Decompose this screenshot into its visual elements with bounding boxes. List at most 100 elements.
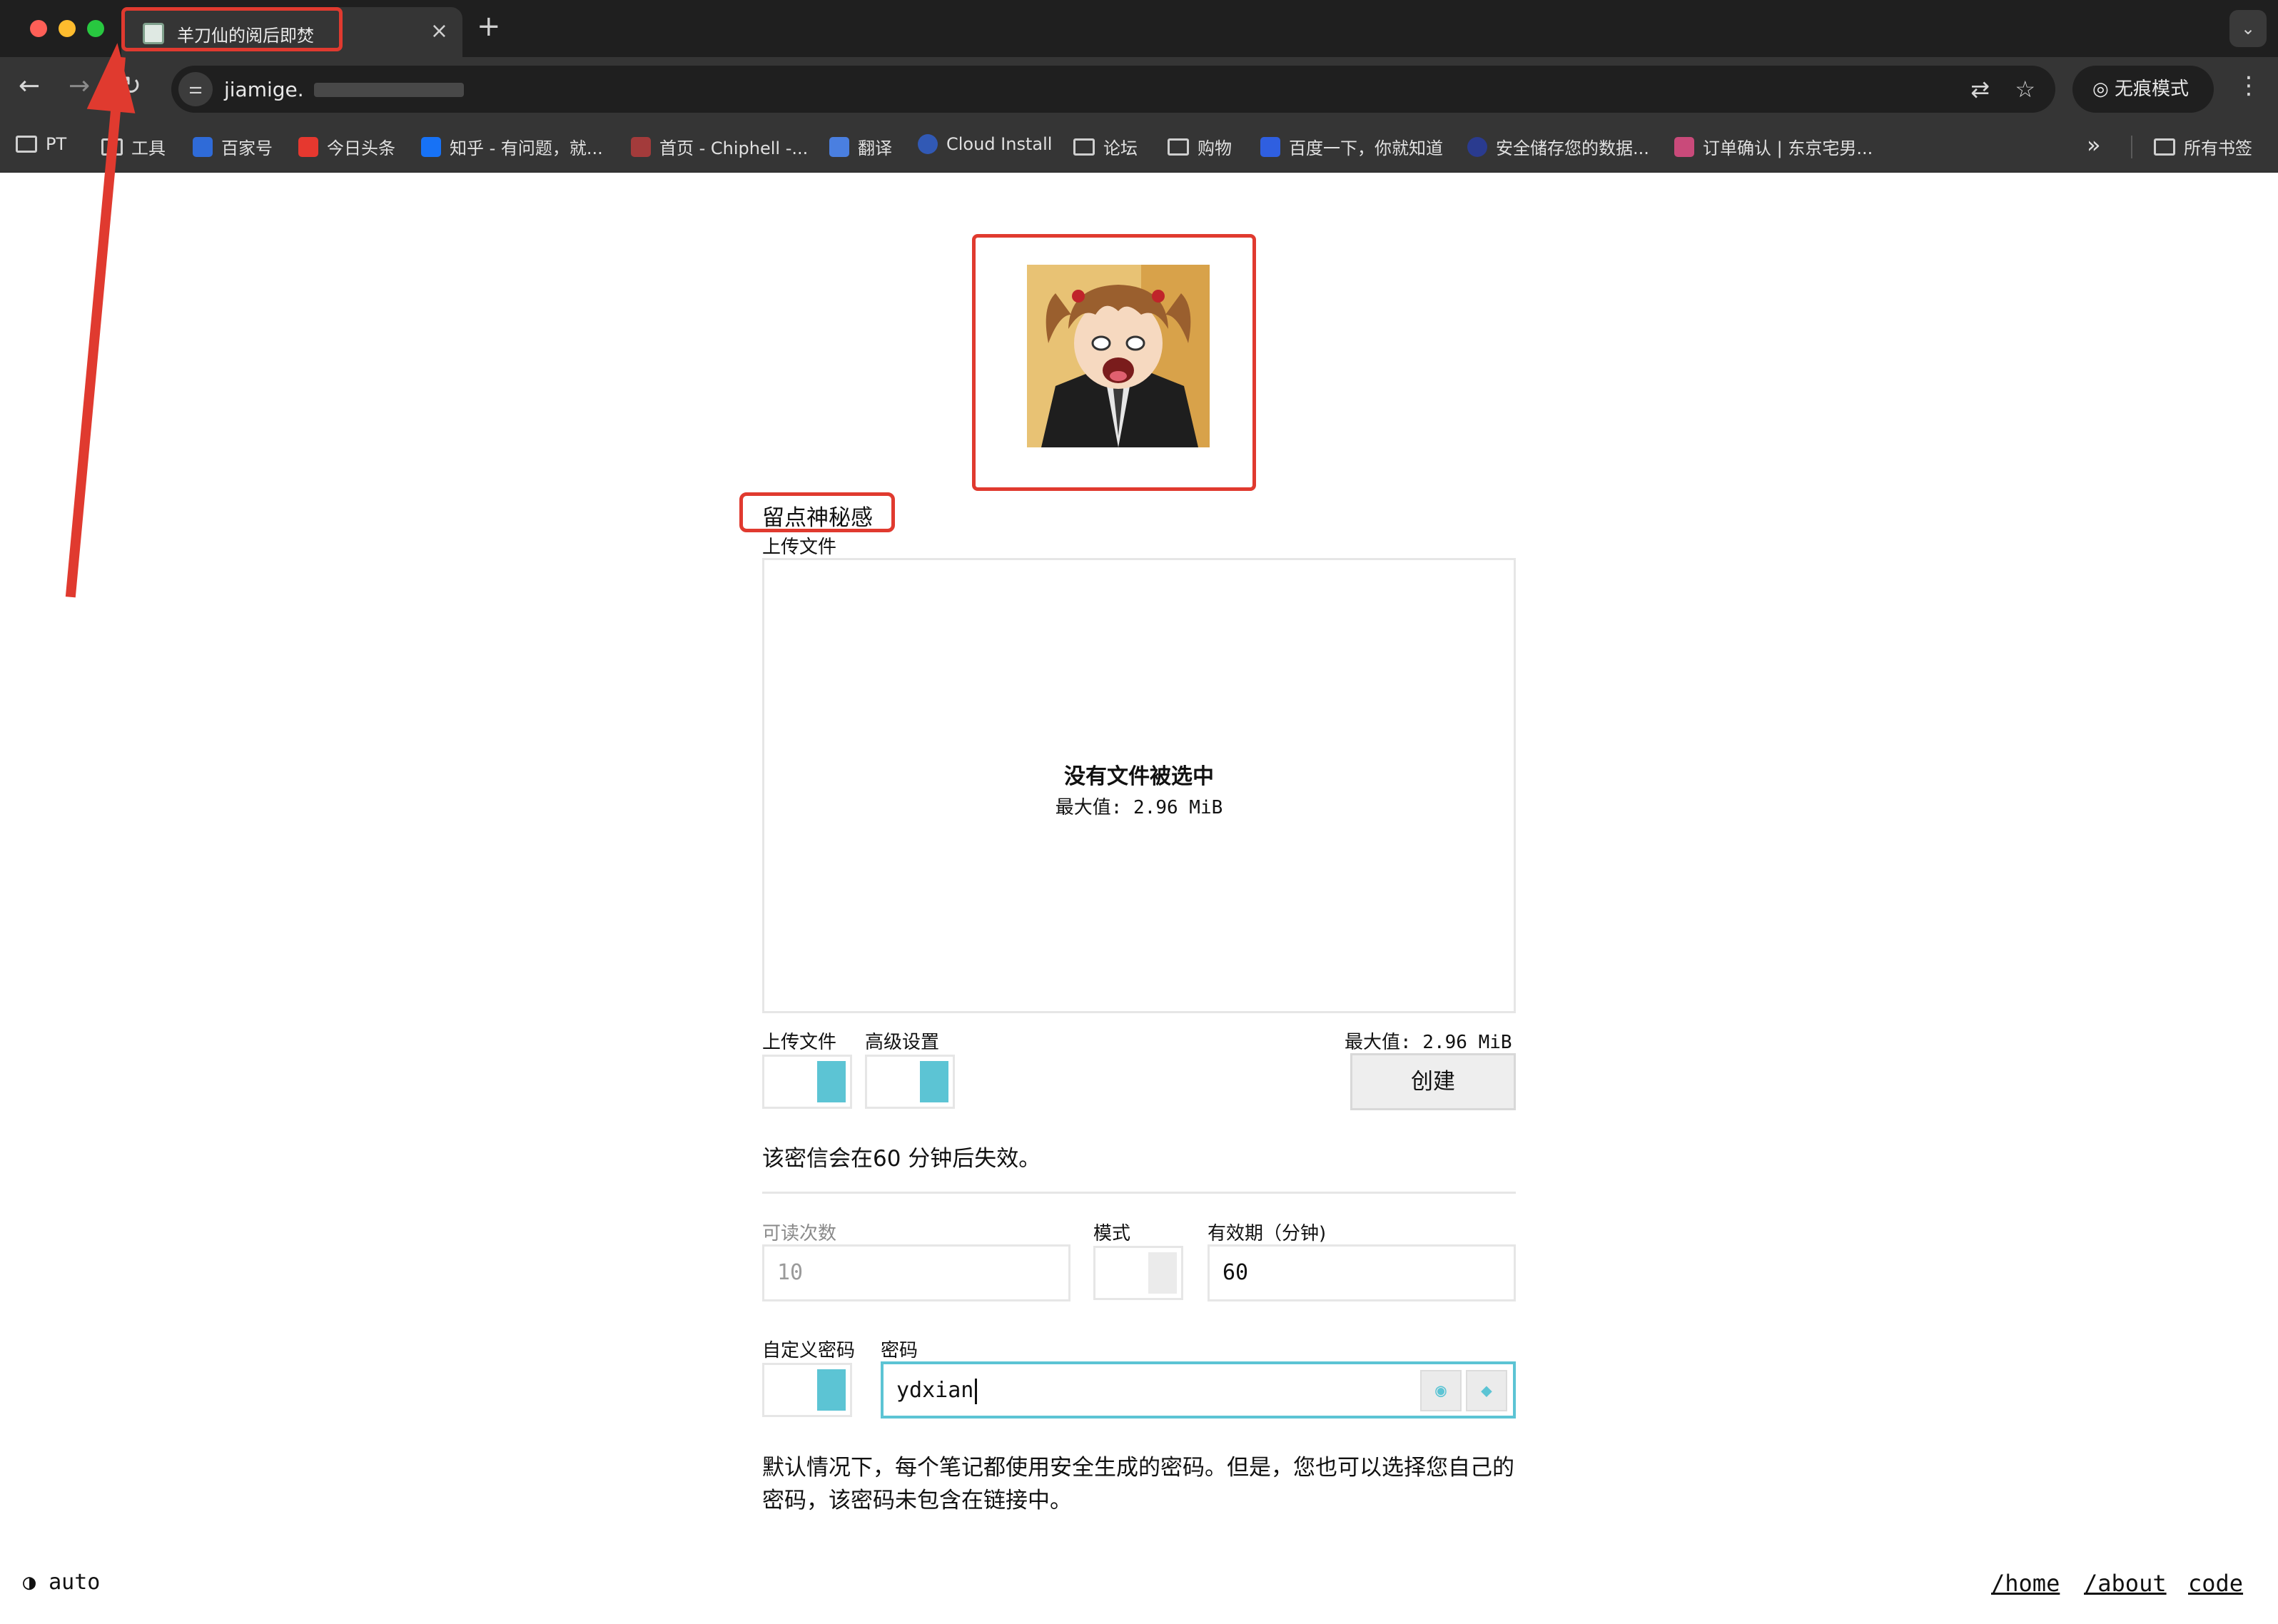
footer-link-code[interactable]: code — [2188, 1570, 2243, 1597]
incognito-label: 无痕模式 — [2114, 78, 2189, 100]
advanced-settings-toggle[interactable] — [865, 1055, 955, 1109]
address-bar[interactable]: ⚌ jiamige. ⇄ ☆ — [171, 66, 2055, 113]
max-size-label: 最大值: 2.96 MiB — [1345, 1032, 1512, 1053]
chiphell-icon — [631, 136, 651, 157]
baijiahao-icon — [193, 136, 213, 157]
section-divider — [762, 1192, 1516, 1194]
bookmark-cloud-install[interactable]: Cloud Install — [918, 134, 1052, 154]
url-text: jiamige. — [224, 78, 304, 101]
avatar-image — [1027, 265, 1210, 447]
upload-file-toggle[interactable] — [762, 1055, 852, 1109]
bookmark-shopping[interactable]: 购物 — [1168, 134, 1232, 159]
avatar-highlight-box — [972, 234, 1256, 491]
footer-link-about[interactable]: /about — [2084, 1570, 2167, 1597]
browser-menu-icon[interactable]: ⋮ — [2237, 71, 2261, 100]
bookmarks-divider — [2131, 136, 2132, 158]
folder-icon — [1168, 138, 1189, 156]
reads-input[interactable]: 10 — [762, 1244, 1070, 1301]
expiry-input[interactable]: 60 — [1208, 1244, 1516, 1301]
upload-toggle-label: 上传文件 — [762, 1032, 837, 1053]
incognito-indicator[interactable]: ◎ 无痕模式 — [2072, 66, 2214, 113]
browser-toolbar: ← → ↻ ⚌ jiamige. ⇄ ☆ ◎ 无痕模式 ⋮ — [0, 57, 2278, 121]
hide-password-eye-icon[interactable]: ◉ — [1420, 1370, 1462, 1411]
baidu-icon — [1260, 136, 1280, 157]
shop-icon — [1674, 136, 1694, 157]
page-title: 留点神秘感 — [762, 505, 873, 531]
bookmark-label: 首页 - Chiphell -... — [659, 138, 809, 158]
contrast-icon: ◑ — [23, 1570, 49, 1595]
tab-highlight-box — [121, 7, 343, 51]
forward-arrow-icon[interactable]: → — [69, 71, 90, 101]
custom-password-label: 自定义密码 — [762, 1340, 856, 1361]
advanced-toggle-label: 高级设置 — [865, 1032, 940, 1053]
upload-section-label: 上传文件 — [762, 537, 837, 558]
mode-label: 模式 — [1093, 1223, 1131, 1244]
bookmark-label: 百家号 — [221, 138, 273, 158]
bookmark-toutiao[interactable]: 今日头条 — [298, 134, 395, 159]
bookmark-label: Cloud Install — [946, 134, 1053, 154]
bookmark-label: 工具 — [131, 138, 166, 158]
bookmark-label: 今日头条 — [327, 138, 395, 158]
zhihu-icon — [421, 136, 441, 157]
toggle-knob — [817, 1061, 846, 1102]
bookmark-label: 翻译 — [858, 138, 892, 158]
all-bookmarks-folder[interactable]: 所有书签 — [2154, 134, 2252, 159]
theme-label: auto — [49, 1570, 101, 1595]
toutiao-icon — [298, 136, 318, 157]
password-description: 默认情况下，每个笔记都使用安全生成的密码。但是，您也可以选择您自己的密码，该密码… — [762, 1455, 1514, 1513]
bookmark-label: 知乎 - 有问题，就... — [450, 138, 603, 158]
mode-toggle[interactable] — [1093, 1246, 1183, 1300]
translate-icon — [829, 136, 849, 157]
folder-icon — [1073, 138, 1095, 156]
annotation-arrow-head — [86, 41, 142, 113]
bookmark-storage[interactable]: 安全储存您的数据... — [1467, 134, 1649, 159]
incognito-icon: ◎ — [2092, 78, 2115, 100]
url-redacted-mask — [314, 83, 464, 97]
toggle-knob — [817, 1369, 846, 1411]
text-caret — [975, 1378, 978, 1404]
back-arrow-icon[interactable]: ← — [19, 71, 40, 101]
bookmark-order[interactable]: 订单确认 | 东京宅男... — [1674, 134, 1873, 159]
tab-close-icon[interactable]: × — [430, 19, 448, 44]
bookmark-baidu[interactable]: 百度一下，你就知道 — [1260, 134, 1443, 159]
password-value: ydxian — [896, 1378, 974, 1403]
bookmark-label: PT — [46, 134, 67, 154]
password-label: 密码 — [881, 1340, 918, 1361]
bookmark-label: 购物 — [1198, 138, 1232, 158]
generate-password-cube-icon[interactable]: ◆ — [1466, 1370, 1507, 1411]
bookmark-label: 百度一下，你就知道 — [1289, 138, 1443, 158]
new-tab-button[interactable]: + — [477, 10, 501, 43]
create-button[interactable]: 创建 — [1350, 1053, 1516, 1110]
site-settings-icon[interactable]: ⚌ — [178, 72, 213, 106]
translate-icon[interactable]: ⇄ — [1970, 76, 1990, 103]
bookmark-label: 安全储存您的数据... — [1496, 138, 1649, 158]
expiry-label: 有效期（分钟) — [1208, 1223, 1327, 1244]
minimize-window-button[interactable] — [59, 20, 76, 37]
bookmark-star-icon[interactable]: ☆ — [2015, 76, 2035, 103]
toggle-knob — [1148, 1252, 1177, 1294]
bookmark-label: 订单确认 | 东京宅男... — [1703, 138, 1873, 158]
bookmark-chiphell[interactable]: 首页 - Chiphell -... — [631, 134, 808, 159]
reads-label: 可读次数 — [762, 1223, 837, 1244]
more-bookmarks-chevron-icon[interactable]: » — [2087, 131, 2101, 158]
dropzone-max-size: 最大值: 2.96 MiB — [1055, 797, 1223, 818]
maximize-window-button[interactable] — [87, 20, 104, 37]
bookmark-baijiahao[interactable]: 百家号 — [193, 134, 273, 159]
footer-link-home[interactable]: /home — [1991, 1570, 2060, 1597]
no-file-selected-text: 没有文件被选中 — [1064, 764, 1214, 789]
bookmark-zhihu[interactable]: 知乎 - 有问题，就... — [421, 134, 603, 159]
toggle-knob — [920, 1061, 948, 1102]
file-dropzone[interactable]: 没有文件被选中 最大值: 2.96 MiB — [762, 558, 1516, 1013]
close-window-button[interactable] — [30, 20, 47, 37]
bookmark-translate[interactable]: 翻译 — [829, 134, 892, 159]
theme-switcher[interactable]: ◑ auto — [23, 1570, 100, 1595]
bookmark-forum[interactable]: 论坛 — [1073, 134, 1138, 159]
password-input[interactable]: ydxian ◉ ◆ — [881, 1361, 1516, 1419]
folder-icon — [2154, 138, 2175, 156]
custom-password-toggle[interactable] — [762, 1363, 852, 1417]
tab-search-chevron-icon[interactable]: ⌄ — [2229, 10, 2267, 47]
folder-icon — [16, 136, 37, 153]
bookmark-pt[interactable]: PT — [16, 134, 66, 154]
cloud-icon — [918, 134, 938, 154]
bookmarks-bar: PT 工具 百家号 今日头条 知乎 - 有问题，就... 首页 - Chiphe… — [0, 121, 2278, 173]
